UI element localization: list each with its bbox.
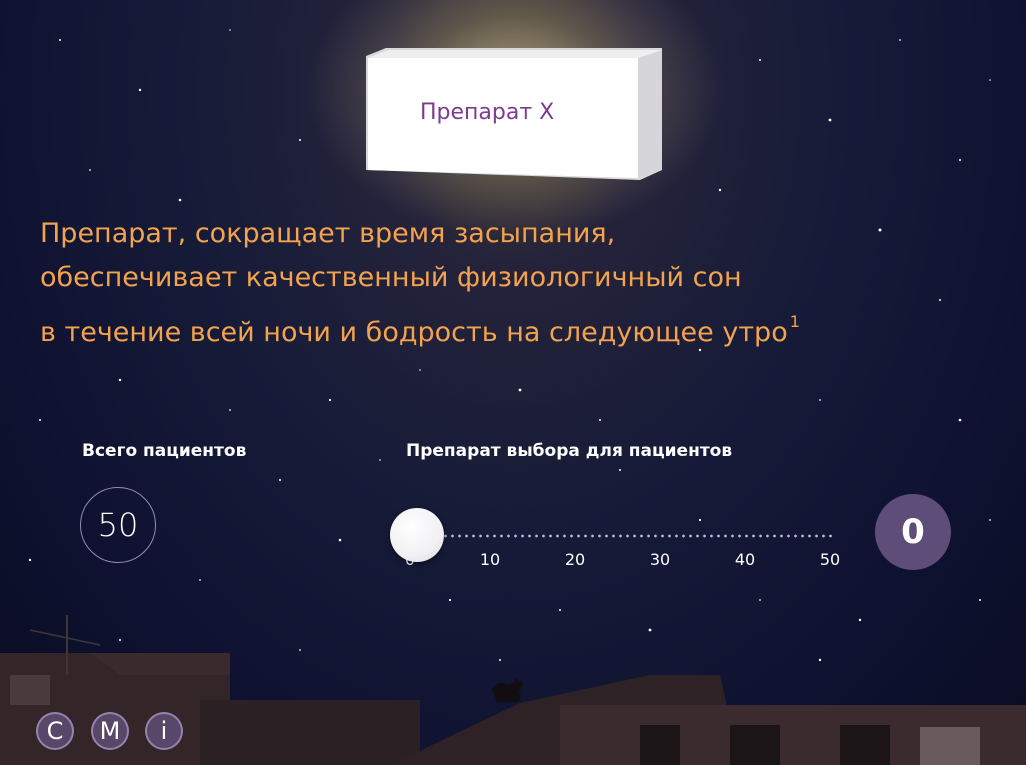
choice-label: Препарат выбора для пациентов <box>406 441 733 461</box>
headline-line-3-text: в течение всей ночи и бодрость на следую… <box>40 317 788 348</box>
slider-tick-10: 10 <box>479 550 501 569</box>
headline-line-1: Препарат, сокращает время засыпания, <box>40 218 616 249</box>
total-patients-label: Всего пациентов <box>82 441 247 461</box>
headline-line-2: обеспечивает качественный физиологичный … <box>40 262 742 293</box>
m-button[interactable]: M <box>91 712 129 750</box>
headline: Препарат, сокращает время засыпания, обе… <box>40 212 920 355</box>
slider-thumb[interactable] <box>390 508 444 562</box>
product-name: Препарат X <box>420 100 555 125</box>
headline-line-3: в течение всей ночи и бодрость на следую… <box>40 300 920 355</box>
patients-slider[interactable]: 0 10 20 30 40 50 <box>390 508 850 580</box>
slider-tick-50: 50 <box>819 550 841 569</box>
slider-tick-30: 30 <box>649 550 671 569</box>
footnote-marker: 1 <box>789 312 800 331</box>
slider-tick-20: 20 <box>564 550 586 569</box>
slider-tick-40: 40 <box>734 550 756 569</box>
info-button[interactable]: i <box>145 712 183 750</box>
choice-result-value: 0 <box>875 494 951 570</box>
c-button[interactable]: C <box>36 712 74 750</box>
total-patients-value: 50 <box>80 487 156 563</box>
slider-track[interactable] <box>414 534 834 538</box>
